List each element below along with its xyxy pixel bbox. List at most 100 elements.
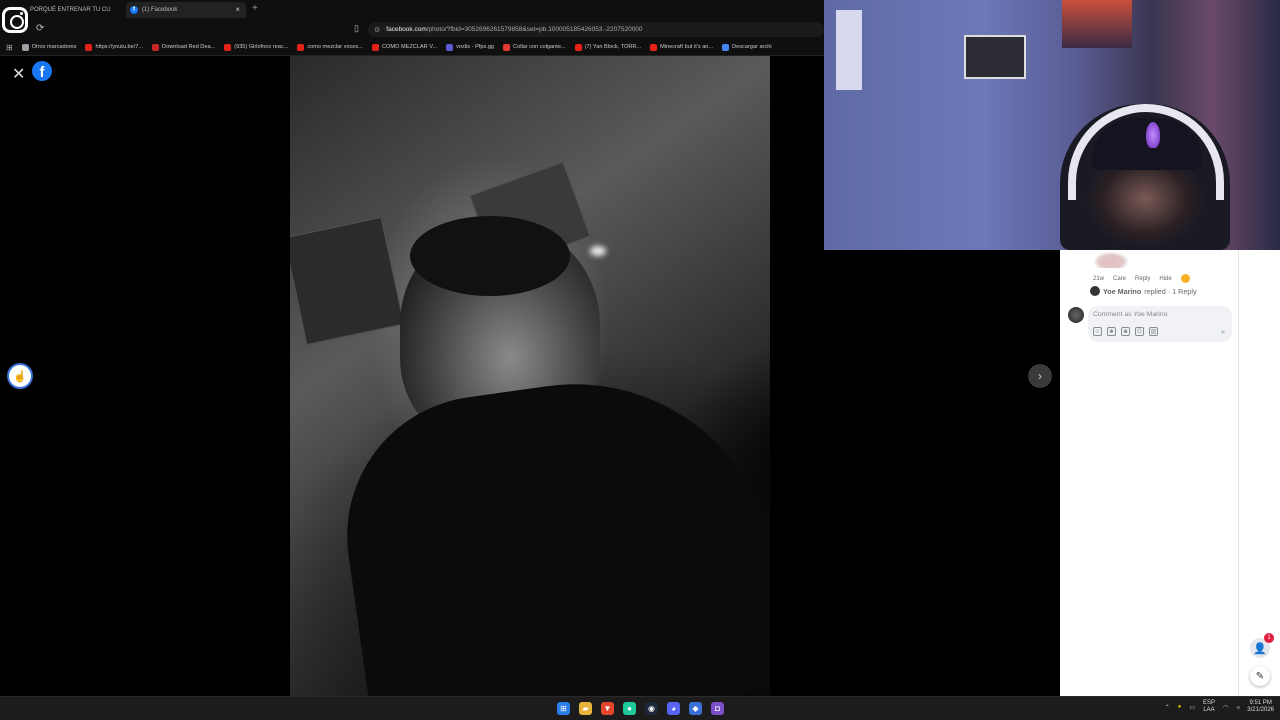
photo-image — [290, 56, 770, 696]
system-tray: ⌃ ● ▭ ESP LAA ◠ ◃ 9:51 PM 3/21/2026 — [1165, 700, 1274, 714]
bookmark-label: (7) Yan Block, TORR... — [584, 44, 642, 50]
file-explorer-icon[interactable]: ▰ — [579, 702, 592, 715]
person-icon: 👤 — [1253, 642, 1267, 655]
bookmark-label: Download Red Dea... — [162, 44, 216, 50]
sticker-icon[interactable]: ▨ — [1149, 327, 1158, 336]
reload-icon[interactable]: ⟳ — [36, 23, 44, 34]
discord-icon[interactable]: ◕ — [667, 702, 680, 715]
emoji-icon[interactable]: ☻ — [1107, 327, 1116, 336]
app-icon[interactable]: ◆ — [689, 702, 702, 715]
bookmark-item[interactable]: Collar con colgante... — [503, 43, 566, 51]
url-host: facebook.com — [386, 26, 427, 33]
wall-paper — [836, 10, 862, 90]
bookmark-item[interactable]: COMO MEZCLAR V... — [371, 43, 438, 51]
new-message-button[interactable]: ✎ — [1250, 666, 1270, 686]
bookmark-label: COMO MEZCLAR V... — [381, 44, 438, 50]
facebook-favicon-icon: f — [130, 6, 138, 14]
favicon-icon — [297, 43, 305, 51]
send-icon[interactable]: ➤ — [1220, 328, 1226, 336]
bookmark-icon[interactable]: ▯ — [354, 23, 359, 34]
bookmarks-bar: ⊞ Otros marcadores https://youtu.be/7... D… — [0, 39, 824, 56]
bookmark-item[interactable]: Download Red Dea... — [152, 43, 216, 51]
comment-input[interactable]: Comment as Yoe Marino ☺ ☻ ◙ G ▨ ➤ — [1088, 306, 1232, 342]
facebook-logo-icon[interactable]: f — [32, 61, 52, 81]
wall-poster — [290, 216, 405, 346]
wall-poster — [1062, 0, 1132, 48]
camera-icon[interactable]: ◙ — [1121, 327, 1130, 336]
care-reaction-icon — [1180, 274, 1190, 283]
favicon-icon — [574, 43, 582, 51]
wifi-icon[interactable]: ◠ — [1223, 704, 1228, 711]
comment-actions: 21w Care Reply Hide — [1093, 274, 1190, 283]
url-path: /photo/?fbid=3052696261579858&set=pb.100… — [426, 26, 643, 33]
network-icon[interactable]: ▭ — [1189, 704, 1195, 711]
volume-icon[interactable]: ◃ — [1236, 704, 1239, 711]
bookmark-label: https://youtu.be/7... — [95, 44, 144, 50]
next-photo-button[interactable]: › — [1028, 364, 1052, 388]
wall-poster — [964, 35, 1026, 79]
notification-badge: 1 — [1264, 633, 1274, 643]
avatar-sticker-icon[interactable]: ☺ — [1093, 327, 1102, 336]
comment-placeholder: Comment as Yoe Marino — [1093, 311, 1168, 318]
favicon-icon — [85, 43, 93, 51]
close-icon[interactable]: ✕ — [12, 64, 25, 84]
gif-icon[interactable]: G — [1135, 327, 1144, 336]
comment-sticker — [1094, 252, 1128, 268]
reply-count: replied · 1 Reply — [1144, 286, 1197, 296]
favicon-icon — [152, 43, 160, 51]
bookmark-item[interactable]: como mezclar voces... — [297, 43, 363, 51]
close-tab-icon[interactable]: × — [235, 5, 240, 14]
reply-link[interactable]: Reply — [1135, 276, 1150, 282]
steam-icon[interactable]: ◉ — [645, 702, 658, 715]
bookmark-item[interactable]: voxlis - Pfps.gg — [446, 43, 494, 51]
bookmark-label: Minecraft but it's an... — [660, 44, 714, 50]
bookmark-label: Descargar archi — [732, 44, 772, 50]
taskbar: ⊞ ▰ ▼ ● ◉ ◕ ◆ ◘ ⌃ ● ▭ ESP LAA ◠ ◃ 9:51 P… — [0, 696, 1280, 720]
flame-logo — [1146, 122, 1160, 148]
bookmark-label: Otros marcadores — [31, 44, 77, 50]
bookmark-item[interactable]: Descargar archi — [722, 43, 772, 51]
new-tab-button[interactable]: + — [252, 3, 258, 14]
tab-facebook[interactable]: f (1) Facebook × — [126, 2, 246, 18]
chevron-up-icon[interactable]: ⌃ — [1165, 704, 1170, 711]
comment-time: 21w — [1093, 275, 1105, 282]
bookmark-item[interactable]: Minecraft but it's an... — [650, 43, 714, 51]
bookmark-label: (935) Girlofnox reac... — [234, 44, 289, 50]
favicon-icon — [650, 43, 658, 51]
compose-icon: ✎ — [1255, 670, 1265, 682]
address-bar[interactable]: ⚙ facebook.com/photo/?fbid=3052696261579… — [368, 22, 824, 37]
clock[interactable]: 9:51 PM 3/21/2026 — [1247, 700, 1274, 714]
light-glare — [590, 246, 606, 256]
favicon-icon — [371, 43, 379, 51]
language-indicator[interactable]: ESP LAA — [1203, 700, 1215, 714]
brave-browser-icon[interactable]: ▼ — [601, 702, 614, 715]
bookmark-item[interactable]: https://youtu.be/7... — [85, 43, 144, 51]
apps-grid-icon[interactable]: ⊞ — [6, 43, 13, 52]
webcam-overlay — [824, 0, 1280, 250]
tab-title: (1) Facebook — [142, 7, 178, 13]
favicon-icon — [224, 43, 232, 51]
bookmark-item[interactable]: (7) Yan Block, TORR... — [574, 43, 642, 51]
person-jacket — [329, 358, 770, 696]
view-replies-link[interactable]: Yoe Marino replied · 1 Reply — [1090, 286, 1197, 296]
favicon-icon — [722, 43, 730, 51]
bookmark-item[interactable]: (935) Girlofnox reac... — [224, 43, 289, 51]
tab-inactive[interactable]: PORQUÉ ENTRENAR TU CU — [30, 2, 120, 18]
care-link[interactable]: Care — [1113, 276, 1126, 282]
twitch-icon[interactable]: ◘ — [711, 702, 724, 715]
tab-title: PORQUÉ ENTRENAR TU CU — [30, 7, 111, 13]
instagram-logo-icon — [2, 7, 28, 33]
divider — [1238, 250, 1239, 696]
avatar[interactable] — [1068, 307, 1084, 323]
bookmark-item[interactable]: Otros marcadores — [21, 43, 77, 51]
previous-photo-button[interactable]: ☝ — [7, 363, 33, 389]
site-info-icon[interactable]: ⚙ — [374, 26, 380, 34]
bookmark-label: Collar con colgante... — [513, 44, 566, 50]
folder-icon — [21, 43, 29, 51]
favicon-icon — [503, 43, 511, 51]
mic-icon[interactable]: ● — [1178, 704, 1182, 710]
hide-link[interactable]: Hide — [1159, 276, 1171, 282]
start-icon[interactable]: ⊞ — [557, 702, 570, 715]
app-icon[interactable]: ● — [623, 702, 636, 715]
browser-tab-strip: PORQUÉ ENTRENAR TU CU f (1) Facebook × + — [0, 0, 824, 20]
